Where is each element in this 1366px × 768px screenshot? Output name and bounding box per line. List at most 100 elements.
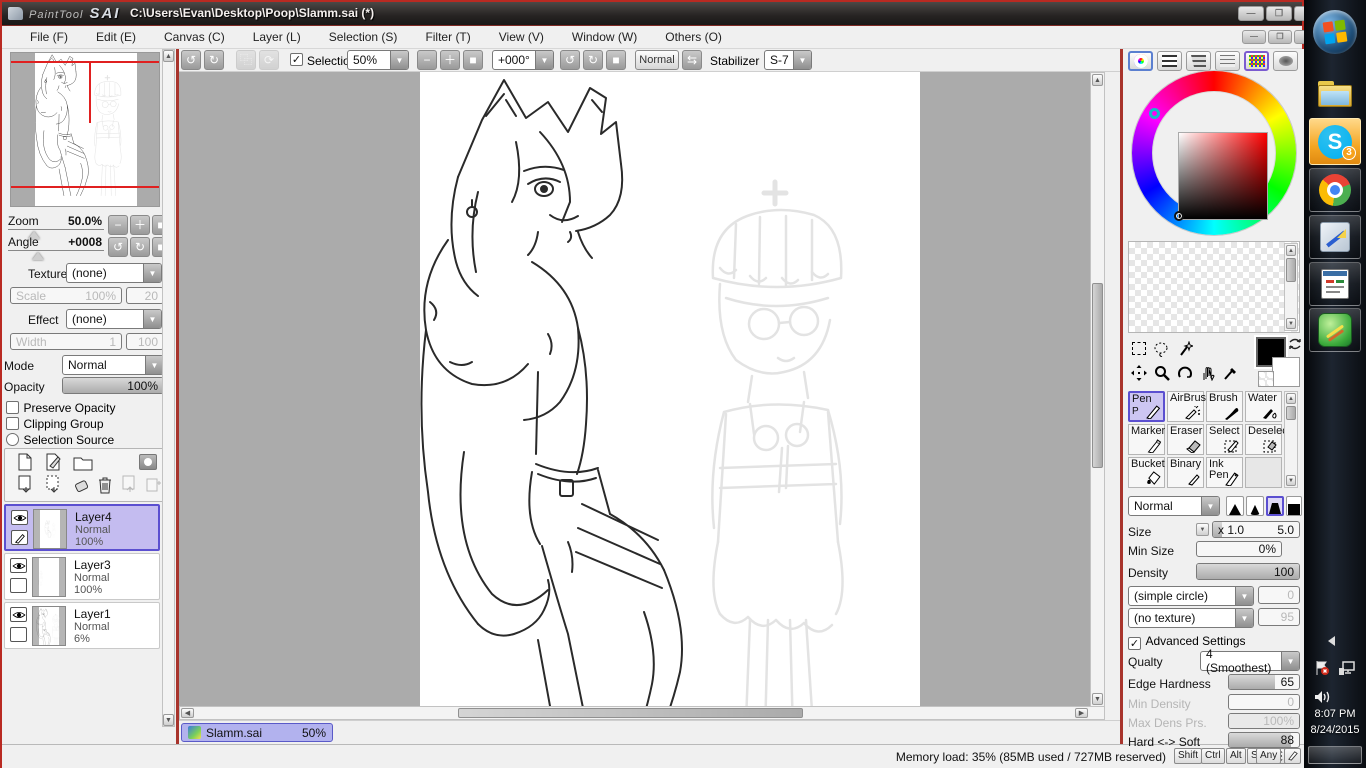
layer-paint-target-toggle[interactable] [10, 627, 27, 642]
redo-button[interactable]: ↻ [204, 50, 224, 70]
view-normal-button[interactable]: Normal [635, 50, 679, 70]
zoom-dropdown[interactable]: 50% ▼ [347, 50, 409, 70]
chevron-down-icon[interactable]: ▼ [793, 51, 811, 69]
new-linework-layer-icon[interactable] [45, 453, 63, 471]
key-shift-button[interactable]: Shift [1174, 748, 1203, 764]
layer-opacity-slider[interactable]: 100% [62, 377, 164, 394]
chevron-down-icon[interactable]: ▼ [535, 51, 553, 69]
swatches-scrollbar[interactable]: ▲ ▼ [1284, 243, 1298, 331]
tool-brush[interactable]: Brush [1206, 391, 1243, 422]
rotate-cw-button[interactable]: ↻ [583, 50, 603, 70]
duplicate-layer-icon[interactable] [145, 475, 163, 495]
pen-input-button[interactable] [1284, 748, 1301, 764]
layer-paint-target-toggle[interactable] [10, 578, 27, 593]
layer-row-layer1[interactable]: Layer1 Normal 6% [4, 602, 160, 649]
tool-scroll-thumb[interactable] [1286, 406, 1296, 420]
hscroll-thumb[interactable] [458, 708, 803, 718]
tool-eraser[interactable]: Eraser [1167, 424, 1204, 455]
background-color[interactable] [1272, 357, 1300, 387]
navigator-zoom-row[interactable]: Zoom 50.0% [8, 214, 104, 230]
brush-shape-strength[interactable]: 0 [1258, 586, 1300, 604]
selection-rotate-button[interactable]: ⟳ [259, 50, 279, 70]
chevron-down-icon[interactable]: ▼ [143, 264, 161, 282]
scroll-down-arrow[interactable]: ▼ [1092, 693, 1103, 705]
swatches-panel[interactable]: ▲ ▼ [1128, 241, 1300, 333]
taskbar-paint-app-button[interactable] [1309, 308, 1361, 352]
tool-empty-slot[interactable] [1245, 457, 1282, 488]
layer-row-layer3[interactable]: Layer3 Normal 100% [4, 553, 160, 600]
tool-select[interactable]: Select [1206, 424, 1243, 455]
show-desktop-button[interactable] [1308, 746, 1362, 764]
taskbar-sai-button[interactable] [1309, 215, 1361, 259]
scroll-down-arrow[interactable]: ▼ [163, 714, 174, 726]
hand-tool[interactable] [1197, 361, 1218, 384]
eyedropper-tool[interactable] [1220, 361, 1241, 384]
sv-marker[interactable] [1174, 211, 1184, 221]
vscroll-thumb[interactable] [1092, 283, 1103, 468]
scroll-down-arrow[interactable]: ▼ [1286, 475, 1296, 486]
nav-rotate-cw-button[interactable]: ↻ [130, 237, 150, 257]
brush-tip-square[interactable] [1286, 496, 1302, 516]
clock-date[interactable]: 8/24/2015 [1304, 724, 1366, 736]
advanced-settings-checkbox[interactable]: ✓ [1128, 637, 1141, 650]
hue-marker[interactable] [1149, 108, 1160, 119]
canvas-page[interactable] [420, 72, 920, 720]
effect-strength-box[interactable]: 100 [126, 333, 164, 350]
navigator-preview[interactable] [10, 52, 160, 207]
scroll-down-arrow[interactable]: ▼ [1286, 318, 1296, 329]
hsv-slider-mode-button[interactable] [1186, 51, 1211, 71]
size-slider[interactable]: x 1.0 5.0 [1212, 521, 1300, 538]
layer-mode-dropdown[interactable]: Normal ▼ [62, 355, 164, 375]
color-wheel-mode-button[interactable] [1128, 51, 1153, 71]
doc-minimize-button[interactable]: — [1242, 30, 1266, 44]
brush-shape-dropdown[interactable]: (simple circle) ▼ [1128, 586, 1254, 606]
document-tab[interactable]: Slamm.sai 50% [181, 723, 333, 742]
tool-water[interactable]: Water [1245, 391, 1282, 422]
menu-canvas[interactable]: Canvas (C) [150, 27, 239, 47]
new-layer-icon[interactable] [17, 453, 33, 471]
menu-edit[interactable]: Edit (E) [82, 27, 150, 47]
layer-mask-button[interactable] [139, 454, 157, 470]
marquee-tool[interactable] [1128, 337, 1149, 360]
menu-window[interactable]: Window (W) [558, 27, 651, 47]
menu-selection[interactable]: Selection (S) [315, 27, 412, 47]
chevron-down-icon[interactable]: ▼ [1235, 587, 1253, 605]
volume-icon[interactable] [1314, 690, 1332, 704]
layer-row-layer4[interactable]: Layer4 Normal 100% [4, 504, 160, 551]
selection-source-radio[interactable] [6, 433, 19, 446]
scroll-up-arrow[interactable]: ▲ [1286, 393, 1296, 404]
key-any-button[interactable]: Any [1256, 748, 1282, 764]
start-button[interactable] [1313, 10, 1357, 54]
new-folder-icon[interactable] [73, 455, 93, 471]
left-panel-scrollbar[interactable]: ▲ ▼ [162, 49, 175, 727]
transfer-layer-down-icon[interactable] [45, 475, 63, 495]
min-size-slider[interactable]: 0% [1196, 541, 1282, 557]
hard-soft-slider[interactable]: 88 [1228, 732, 1300, 748]
taskbar-explorer-button[interactable] [1309, 72, 1361, 116]
saturation-value-square[interactable] [1178, 132, 1268, 220]
taskbar-skype-button[interactable]: S 3 [1309, 118, 1361, 165]
selection-source-row[interactable]: Selection Source [6, 431, 114, 449]
brush-blend-dropdown[interactable]: Normal ▼ [1128, 496, 1220, 516]
tool-binary[interactable]: Binary [1167, 457, 1204, 488]
color-mixer-mode-button[interactable] [1215, 51, 1240, 71]
effect-width-slider[interactable]: Width 1 [10, 333, 122, 350]
menu-file[interactable]: File (F) [16, 27, 82, 47]
texture-scale-slider[interactable]: Scale 100% [10, 287, 122, 304]
maximize-button[interactable]: ❐ [1266, 6, 1292, 21]
tool-pen[interactable]: Pen P [1128, 391, 1165, 422]
texture-dropdown[interactable]: (none) ▼ [66, 263, 162, 283]
stabilizer-dropdown[interactable]: S-7 ▼ [764, 50, 812, 70]
quality-dropdown[interactable]: 4 (Smoothest) ▼ [1200, 647, 1300, 675]
brush-tip-sharp[interactable] [1226, 496, 1244, 516]
zoom-reset-button[interactable]: ■ [463, 50, 483, 70]
taskbar-script-app-button[interactable] [1309, 262, 1361, 306]
nav-zoom-in-button[interactable]: ＋ [130, 215, 150, 235]
flip-view-button[interactable]: ⇆ [682, 50, 702, 70]
zoom-out-button[interactable]: − [417, 50, 437, 70]
tool-marker[interactable]: Marker [1128, 424, 1165, 455]
chevron-down-icon[interactable]: ▼ [143, 310, 161, 328]
move-tool[interactable] [1128, 361, 1149, 384]
menu-layer[interactable]: Layer (L) [239, 27, 315, 47]
tool-inkpen[interactable]: Ink Pen [1206, 457, 1243, 488]
